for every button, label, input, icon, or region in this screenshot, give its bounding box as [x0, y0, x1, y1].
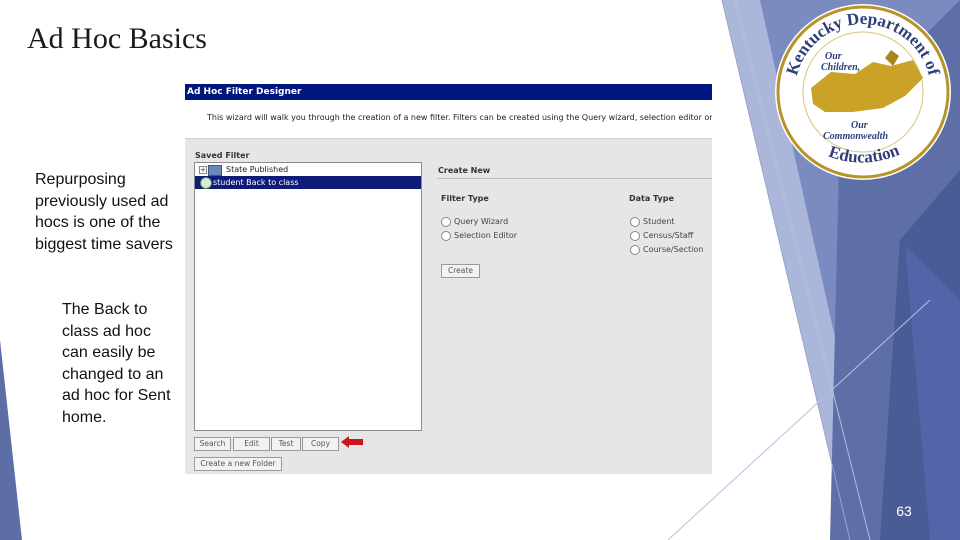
intro-text: This wizard will walk you through the cr…: [207, 113, 712, 122]
red-arrow-icon: [341, 436, 363, 448]
intro-band: This wizard will walk you through the cr…: [185, 100, 712, 139]
paragraph-back-to-class: The Back to class ad hoc can easily be c…: [62, 301, 171, 426]
query-icon: [200, 177, 212, 189]
radio-selection-editor[interactable]: Selection Editor: [441, 230, 517, 241]
kde-seal-logo: Kentucky Department of Our Children, Our…: [775, 4, 951, 180]
radio-circle-icon[interactable]: [441, 230, 451, 241]
filter-type-label: Filter Type: [441, 194, 489, 203]
seal-tagline-1: Our: [825, 51, 842, 62]
search-button[interactable]: Search: [194, 437, 231, 451]
radio-label: Query Wizard: [454, 217, 509, 226]
seal-tagline-2: Children,: [821, 62, 860, 73]
page-number: 63: [896, 503, 912, 519]
filter-designer-header: Ad Hoc Filter Designer: [185, 84, 712, 100]
radio-circle-icon[interactable]: [630, 216, 640, 227]
radio-circle-icon[interactable]: [630, 244, 640, 255]
create-button[interactable]: Create: [441, 264, 480, 278]
ad-hoc-filter-designer-screenshot: Ad Hoc Filter Designer This wizard will …: [185, 84, 712, 474]
radio-student[interactable]: Student: [630, 216, 675, 227]
saved-filter-label: Saved Filter: [195, 151, 250, 160]
radio-query-wizard[interactable]: Query Wizard: [441, 216, 508, 227]
create-new-label: Create New: [438, 166, 491, 175]
decorative-left-stripe: [0, 340, 22, 540]
data-type-label: Data Type: [629, 194, 674, 203]
tree-row-label: State Published: [226, 165, 289, 174]
radio-circle-icon[interactable]: [630, 230, 640, 241]
copy-button[interactable]: Copy: [302, 437, 339, 451]
radio-label: Selection Editor: [454, 231, 518, 240]
tree-row-state-published[interactable]: + State Published: [195, 163, 421, 176]
tree-row-label: student Back to class: [213, 178, 299, 187]
radio-label: Census/Staff: [643, 231, 694, 240]
edit-button[interactable]: Edit: [233, 437, 270, 451]
radio-label: Course/Section: [643, 245, 704, 254]
create-new-folder-button[interactable]: Create a new Folder: [194, 457, 282, 471]
paragraph-repurposing: Repurposing previously used ad hocs is o…: [35, 171, 173, 253]
create-new-divider: [437, 178, 712, 179]
radio-census-staff[interactable]: Census/Staff: [630, 230, 693, 241]
radio-label: Student: [643, 217, 675, 226]
folder-icon: [208, 165, 222, 176]
seal-tagline-3: Our: [851, 120, 868, 131]
saved-filter-tree[interactable]: + State Published student Back to class: [194, 162, 422, 431]
tree-row-student-back-to-class[interactable]: student Back to class: [195, 176, 421, 189]
slide-title: Ad Hoc Basics: [27, 22, 207, 55]
test-button[interactable]: Test: [271, 437, 301, 451]
expand-icon[interactable]: +: [199, 166, 207, 174]
radio-course-section[interactable]: Course/Section: [630, 244, 703, 255]
radio-circle-icon[interactable]: [441, 216, 451, 227]
seal-tagline-4: Commonwealth: [823, 131, 888, 142]
